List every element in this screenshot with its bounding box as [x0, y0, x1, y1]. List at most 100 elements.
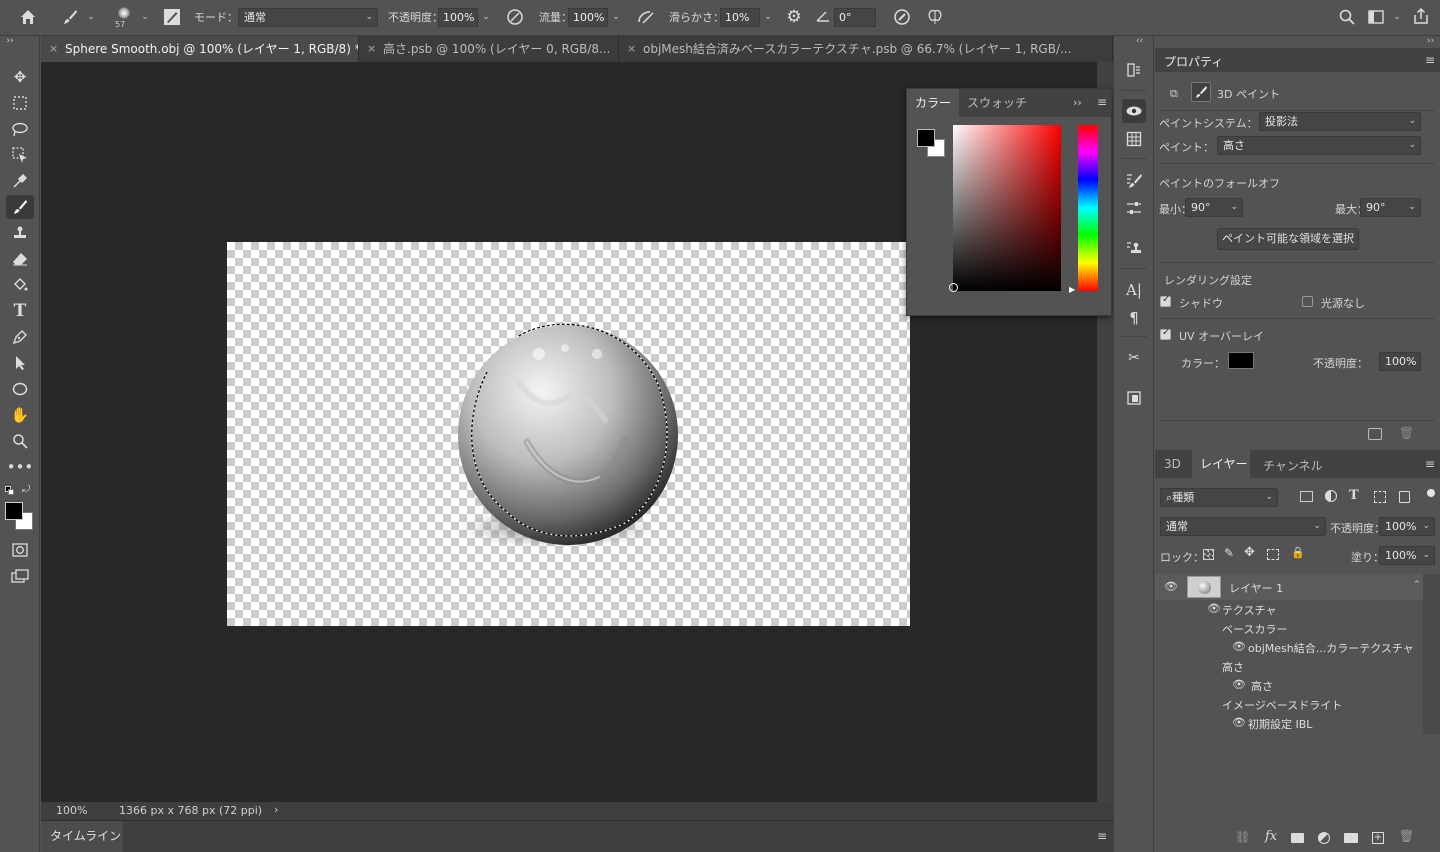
paint-bucket-tool-icon[interactable] — [6, 273, 34, 297]
chevron-down-icon[interactable]: ⌄ — [83, 8, 99, 27]
chevron-down-icon[interactable]: ⌄ — [608, 8, 624, 27]
layer-base-color[interactable]: ベースカラー — [1222, 621, 1287, 637]
saturation-picker[interactable] — [949, 283, 958, 292]
filter-shape-icon[interactable] — [1374, 491, 1386, 503]
gear-icon[interactable]: ⚙ — [784, 7, 804, 29]
brush-settings-panel-icon[interactable] — [1122, 168, 1146, 192]
table-icon[interactable] — [1122, 127, 1146, 151]
default-colors-icon[interactable] — [5, 486, 15, 496]
layer-filter-select[interactable]: ⌕種類 ⌄ — [1160, 488, 1278, 507]
panel-menu-icon[interactable]: ≡ — [1097, 829, 1107, 843]
tab-objmesh-psb[interactable]: × objMesh結合済みベースカラーテクスチャ.psb @ 66.7% (レイ… — [619, 36, 1113, 62]
no-light-checkbox[interactable] — [1302, 296, 1313, 307]
uv-overlay-checkbox[interactable] — [1160, 327, 1171, 340]
tab-height-psb[interactable]: × 高さ.psb @ 100% (レイヤー 0, RGB/8... — [359, 36, 619, 62]
foreground-color-swatch[interactable] — [5, 502, 23, 520]
lock-artboard-icon[interactable] — [1267, 549, 1279, 560]
type-tool-icon[interactable]: T — [6, 299, 34, 323]
filter-pixel-icon[interactable] — [1300, 491, 1313, 502]
panel-menu-icon[interactable]: ≡ — [1425, 53, 1435, 67]
eye-icon[interactable]: 👁 — [1232, 678, 1246, 691]
properties-title[interactable]: プロパティ — [1164, 53, 1223, 70]
panel-menu-icon[interactable]: ≡ — [1097, 95, 1107, 109]
chevron-down-icon[interactable]: ⌄ — [478, 8, 494, 27]
paint-select[interactable]: 高さ ⌄ — [1217, 136, 1421, 155]
tab-layers[interactable]: レイヤー — [1192, 450, 1250, 478]
chevron-down-icon[interactable]: ⌄ — [137, 8, 153, 27]
new-group-icon[interactable] — [1344, 833, 1358, 843]
history-icon[interactable] — [1122, 58, 1146, 82]
tab-timeline[interactable]: タイムライン — [41, 821, 123, 852]
eye-icon[interactable]: 👁 — [1207, 602, 1221, 615]
layer-objmesh[interactable]: objMesh結合...カラーテクスチャ — [1248, 640, 1414, 656]
layer-height[interactable]: 高さ — [1251, 678, 1273, 694]
path-select-tool-icon[interactable] — [6, 351, 34, 375]
falloff-max-input[interactable]: 90° ⌄ — [1360, 198, 1421, 217]
opacity-input[interactable]: 100% — [438, 8, 478, 27]
layer-height-group[interactable]: 高さ — [1222, 659, 1244, 675]
tab-sphere-smooth[interactable]: × Sphere Smooth.obj @ 100% (レイヤー 1, RGB/… — [41, 36, 359, 62]
zoom-tool-icon[interactable] — [6, 429, 34, 453]
select-paintable-area-button[interactable]: ペイント可能な領域を選択 — [1217, 228, 1359, 250]
panel-collapse-icon[interactable]: ›› — [1073, 96, 1082, 109]
layer-style-icon[interactable]: fx — [1265, 829, 1277, 844]
brush-settings-icon[interactable] — [162, 8, 182, 28]
eye-icon[interactable]: 👁 — [1232, 640, 1246, 653]
close-icon[interactable]: × — [627, 36, 636, 62]
hue-slider[interactable] — [1078, 125, 1098, 291]
ellipse-tool-icon[interactable] — [6, 377, 34, 401]
layer-ibl-group[interactable]: イメージベースドライト — [1222, 697, 1342, 713]
tab-3d[interactable]: 3D — [1164, 457, 1181, 471]
screen-mode-icon[interactable] — [6, 564, 34, 588]
zoom-level[interactable]: 100% — [56, 804, 87, 817]
adjustment-layer-icon[interactable] — [1318, 832, 1330, 844]
more-tools-icon[interactable]: ••• — [6, 455, 34, 479]
quick-mask-icon[interactable] — [6, 538, 34, 562]
workspace-icon[interactable] — [1366, 8, 1386, 28]
3d-eye-icon[interactable] — [1122, 99, 1146, 123]
pressure-opacity-icon[interactable] — [505, 8, 525, 28]
collapse-panels-icon[interactable]: ›› — [1427, 36, 1434, 46]
blend-mode-select[interactable]: 通常 ⌄ — [1160, 517, 1326, 536]
stamp-tool-icon[interactable] — [6, 221, 34, 245]
flow-input[interactable]: 100% — [568, 8, 608, 27]
falloff-min-input[interactable]: 90° ⌄ — [1185, 198, 1243, 217]
tab-color[interactable]: カラー — [907, 89, 960, 117]
layer-ibl[interactable]: 初期設定 IBL — [1248, 716, 1312, 732]
layers-scrollbar[interactable] — [1423, 574, 1440, 734]
filter-type-icon[interactable]: T — [1349, 488, 1359, 503]
close-icon[interactable]: × — [367, 36, 376, 62]
panel-menu-icon[interactable]: ≡ — [1425, 457, 1435, 471]
brush-tool-preset-icon[interactable] — [60, 8, 80, 28]
eye-icon[interactable]: 👁 — [1164, 580, 1178, 593]
hand-tool-icon[interactable]: ✋ — [6, 403, 34, 427]
tab-channels[interactable]: チャンネル — [1263, 457, 1323, 474]
eyedropper-tool-icon[interactable] — [6, 169, 34, 193]
lock-position-icon[interactable]: ✥ — [1244, 545, 1255, 560]
character-icon[interactable]: A| — [1122, 278, 1146, 302]
filter-adjustment-icon[interactable] — [1325, 490, 1337, 502]
collapse-arrow-icon[interactable]: ⌃ — [1413, 580, 1421, 590]
color-foreground-swatch[interactable] — [917, 129, 935, 147]
layer-mask-icon[interactable] — [1291, 833, 1304, 843]
brush-tool-icon[interactable] — [6, 195, 34, 219]
move-tool-icon[interactable]: ✥ — [6, 65, 34, 89]
trash-icon[interactable]: 🗑 — [1399, 829, 1414, 843]
tab-swatches[interactable]: スウォッチ — [959, 89, 1035, 117]
document-canvas[interactable] — [227, 242, 910, 626]
symmetry-icon[interactable] — [925, 8, 945, 28]
chevron-down-icon[interactable]: ⌄ — [760, 8, 776, 27]
new-layer-icon[interactable]: + — [1372, 832, 1384, 844]
mode-select[interactable]: 通常 ⌄ — [238, 8, 378, 27]
adjustments-icon[interactable] — [1122, 196, 1146, 220]
eraser-tool-icon[interactable] — [6, 247, 34, 271]
tool-presets-icon[interactable]: ✂ — [1122, 346, 1146, 370]
layer-row-layer1[interactable]: 👁 レイヤー 1 — [1155, 574, 1423, 600]
pressure-size-icon[interactable] — [892, 8, 912, 28]
search-icon[interactable] — [1337, 8, 1357, 28]
uv-opacity-input[interactable]: 100% ⌄ — [1379, 352, 1421, 371]
link-layers-icon[interactable]: ⛓ — [1235, 830, 1250, 844]
eye-icon[interactable]: 👁 — [1232, 716, 1246, 729]
saturation-field[interactable] — [953, 125, 1061, 291]
hue-slider-marker[interactable]: ▶ — [1069, 285, 1075, 294]
